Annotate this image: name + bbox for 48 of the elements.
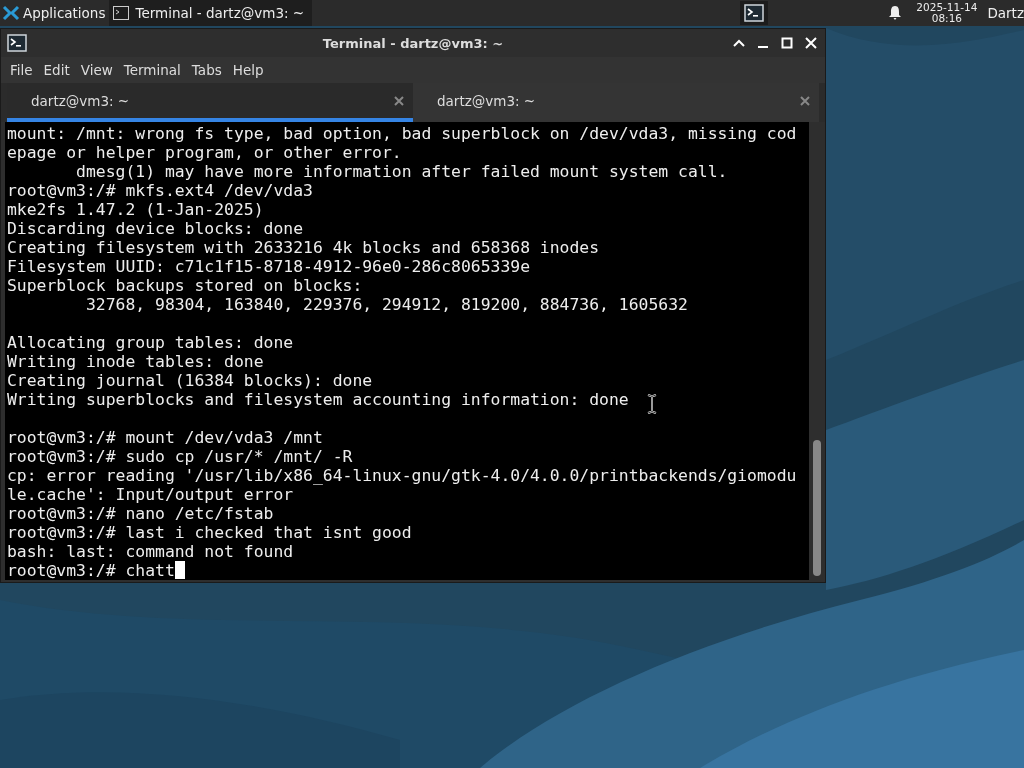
terminal-line: Filesystem UUID: c71c1f15-8718-4912-96e0-286c8065339e	[7, 257, 530, 276]
user-name[interactable]: Dartz	[987, 5, 1024, 21]
close-tab-icon[interactable]	[393, 94, 405, 107]
taskbar-button[interactable]: Terminal - dartz@vm3: ~	[109, 0, 313, 26]
close-button[interactable]	[803, 35, 819, 51]
terminal-line: root@vm3:/# nano /etc/fstab	[7, 504, 274, 523]
terminal-line: le.cache': Input/output error	[7, 485, 294, 504]
logo	[2, 4, 20, 22]
menu-item[interactable]: Tabs	[187, 60, 226, 80]
menu-item[interactable]: Terminal	[119, 60, 185, 80]
terminal-line: epage or helper program, or other error.	[7, 143, 402, 162]
terminal-line: 32768, 98304, 163840, 229376, 294912, 819200, 884736, 1605632	[84, 295, 688, 314]
close-tab-icon[interactable]	[799, 94, 811, 107]
terminal-line: dmesg(1) may have more information after failed mount system call.	[75, 162, 728, 181]
terminal-line: root@vm3:/# sudo cp /usr/* /mnt/ -R	[7, 447, 353, 466]
window-icon[interactable]	[7, 34, 27, 52]
terminal-line: Superblock backups stored on blocks:	[7, 276, 363, 295]
terminal-line: mke2fs 1.47.2 (1-Jan-2025)	[7, 200, 264, 219]
menu-item[interactable]: View	[76, 60, 117, 80]
terminal-line: root@vm3:/# mkfs.ext4 /dev/vda3	[7, 181, 313, 200]
menu-item[interactable]: File	[6, 60, 37, 80]
applications-menu[interactable]: Applications	[0, 0, 110, 26]
minimize-icon	[758, 46, 768, 48]
terminal-line: root@vm3:/# last i checked that isnt good	[7, 523, 412, 542]
terminal-line: Discarding device blocks: done	[7, 219, 304, 238]
terminal-line: Creating filesystem with 2633216 4k blocks and 658368 inodes	[7, 238, 600, 257]
terminal-line: Creating journal (16384 blocks): done	[7, 371, 373, 390]
terminal-tab[interactable]: dartz@vm3: ~	[413, 83, 819, 122]
terminal-line: Allocating group tables: done	[7, 333, 294, 352]
maximize-button[interactable]	[779, 35, 795, 51]
clock[interactable]: 2025-11-14 08:16	[916, 2, 978, 24]
scrollbar-thumb[interactable]	[813, 440, 821, 576]
terminal-line: cp: error reading '/usr/lib/x86_64-linux-gnu/gtk-4.0/4.0.0/printbackends/giomodu	[7, 466, 797, 485]
terminal-icon	[113, 6, 130, 20]
terminal-line: bash: last: command not found	[7, 542, 294, 561]
close-icon	[805, 37, 817, 49]
caret-icon	[733, 39, 745, 47]
terminal-line: root@vm3:/# mount /dev/vda3 /mnt	[7, 428, 323, 447]
terminal-line: Writing inode tables: done	[7, 352, 264, 371]
menu-item[interactable]: Help	[228, 60, 268, 80]
bell-icon[interactable]	[888, 5, 903, 21]
terminal-line: mount: /mnt: wrong fs type, bad option, bad superblock on /dev/vda3, missing cod	[7, 124, 797, 143]
terminal-line: root@vm3:/# chatt	[7, 561, 185, 580]
terminal-line: Writing superblocks and filesystem accounting information: done	[7, 390, 629, 409]
maximize-icon	[781, 37, 793, 49]
menu-item[interactable]: Edit	[39, 60, 74, 80]
window-title: Terminal - dartz@vm3: ~	[322, 35, 504, 51]
mouse-cursor-icon	[647, 394, 657, 414]
